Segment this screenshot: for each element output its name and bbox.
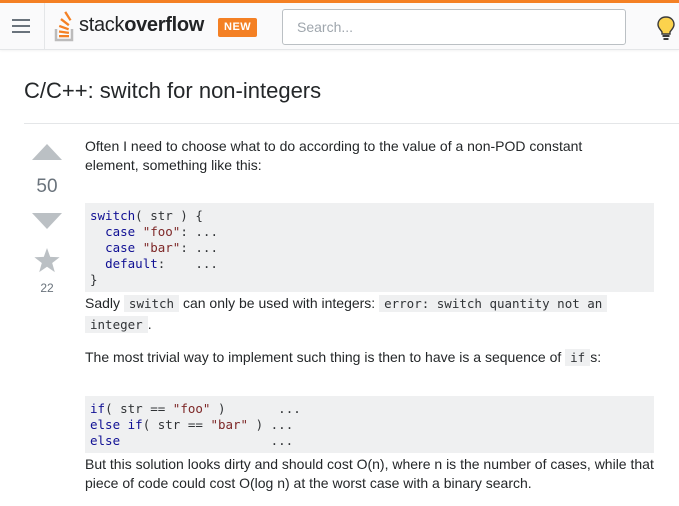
code-keyword: default <box>105 255 158 271</box>
downvote-arrow-icon[interactable] <box>32 213 62 229</box>
upvote-arrow-icon[interactable] <box>32 144 62 160</box>
paragraph: The most trivial way to implement such t… <box>85 349 602 366</box>
code-text: ) ... <box>210 400 301 416</box>
menu-icon[interactable] <box>12 19 32 35</box>
code-keyword: case <box>105 239 136 255</box>
code-keyword: if <box>127 416 143 432</box>
inline-code: switch <box>123 295 180 312</box>
code-keyword: else <box>90 432 121 448</box>
title-divider <box>24 123 679 124</box>
code-text: ( str == <box>142 416 211 432</box>
new-badge[interactable]: NEW <box>218 18 258 37</box>
code-string: "foo" <box>172 400 211 416</box>
code-keyword: case <box>105 223 136 239</box>
inline-code: if <box>565 349 591 366</box>
code-string: "bar" <box>210 416 249 432</box>
search-input[interactable] <box>282 9 626 45</box>
paragraph: Sadly switch can only be used with integ… <box>85 293 654 335</box>
code-keyword: else <box>90 416 121 432</box>
code-block: switch( str ) { case "foo": ... case "ba… <box>85 202 654 292</box>
code-text: ... <box>120 432 294 448</box>
logo-text: stackoverflow <box>79 14 205 36</box>
code-keyword: if <box>90 400 106 416</box>
vote-count: 50 <box>36 176 58 197</box>
code-string: "foo" <box>142 223 181 239</box>
stackoverflow-logo[interactable]: stackoverflow <box>53 10 208 42</box>
divider <box>44 3 45 50</box>
code-text: : ... <box>180 239 218 255</box>
code-text: ( str ) { <box>135 207 203 223</box>
paragraph: Often I need to choose what to do accord… <box>85 138 583 173</box>
lightbulb-icon[interactable] <box>655 15 677 41</box>
inline-code: error: switch quantity not an <box>379 295 608 312</box>
code-text: : ... <box>157 255 218 271</box>
code-text: ) ... <box>248 416 294 432</box>
paragraph: But this solution looks dirty and should… <box>85 456 654 491</box>
favorite-count: 22 <box>40 281 54 295</box>
stack-logo-icon <box>54 11 74 42</box>
code-text: } <box>90 271 98 287</box>
code-block: if( str == "foo" ) ... else if( str == "… <box>85 395 654 453</box>
question-title[interactable]: C/C++: switch for non-integers <box>24 78 321 104</box>
code-string: "bar" <box>142 239 181 255</box>
top-bar: stackoverflow NEW <box>0 0 679 50</box>
code-text: ( str == <box>105 400 173 416</box>
inline-code: integer <box>85 316 148 333</box>
code-keyword: switch <box>90 207 136 223</box>
code-text: : ... <box>180 223 218 239</box>
favorite-star-icon[interactable] <box>34 248 60 273</box>
